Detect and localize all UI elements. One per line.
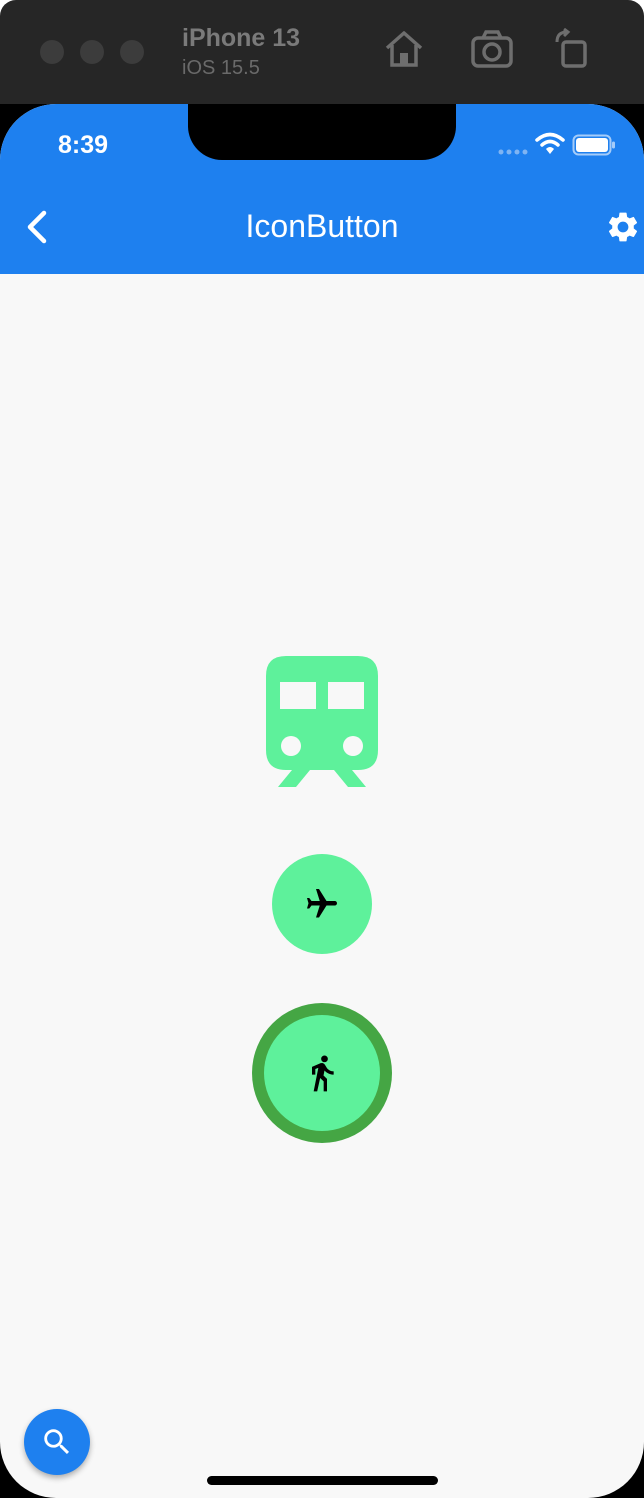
airplane-icon-button[interactable]	[272, 854, 372, 954]
device-name: iPhone 13	[182, 24, 301, 52]
home-icon[interactable]	[383, 28, 425, 70]
walk-icon-button[interactable]	[252, 1003, 392, 1143]
device-screen: 8:39 IconButton	[0, 104, 644, 1498]
airplane-icon	[307, 889, 337, 918]
settings-gear-icon[interactable]	[605, 209, 641, 245]
window-close-dot[interactable]	[40, 40, 64, 64]
device-os-version: iOS 15.5	[182, 57, 260, 79]
directions-walk-icon	[312, 1055, 334, 1092]
page-title: IconButton	[245, 208, 399, 244]
battery-icon	[572, 134, 615, 156]
train-icon-button[interactable]	[266, 656, 378, 788]
wifi-icon	[535, 132, 565, 154]
window-minimize-dot[interactable]	[80, 40, 104, 64]
signal-icon	[498, 149, 528, 155]
search-icon	[44, 1429, 70, 1455]
walk-button-fill	[264, 1015, 380, 1131]
device-notch	[188, 104, 456, 160]
rotate-icon[interactable]	[553, 28, 589, 70]
simulator-toolbar: iPhone 13 iOS 15.5	[0, 0, 644, 104]
home-indicator[interactable]	[207, 1476, 438, 1485]
app-screen: 8:39 IconButton	[0, 104, 644, 1498]
train-icon	[266, 656, 378, 787]
screenshot-icon[interactable]	[469, 28, 515, 70]
status-time: 8:39	[58, 131, 109, 159]
search-fab[interactable]	[24, 1409, 90, 1475]
window-zoom-dot[interactable]	[120, 40, 144, 64]
